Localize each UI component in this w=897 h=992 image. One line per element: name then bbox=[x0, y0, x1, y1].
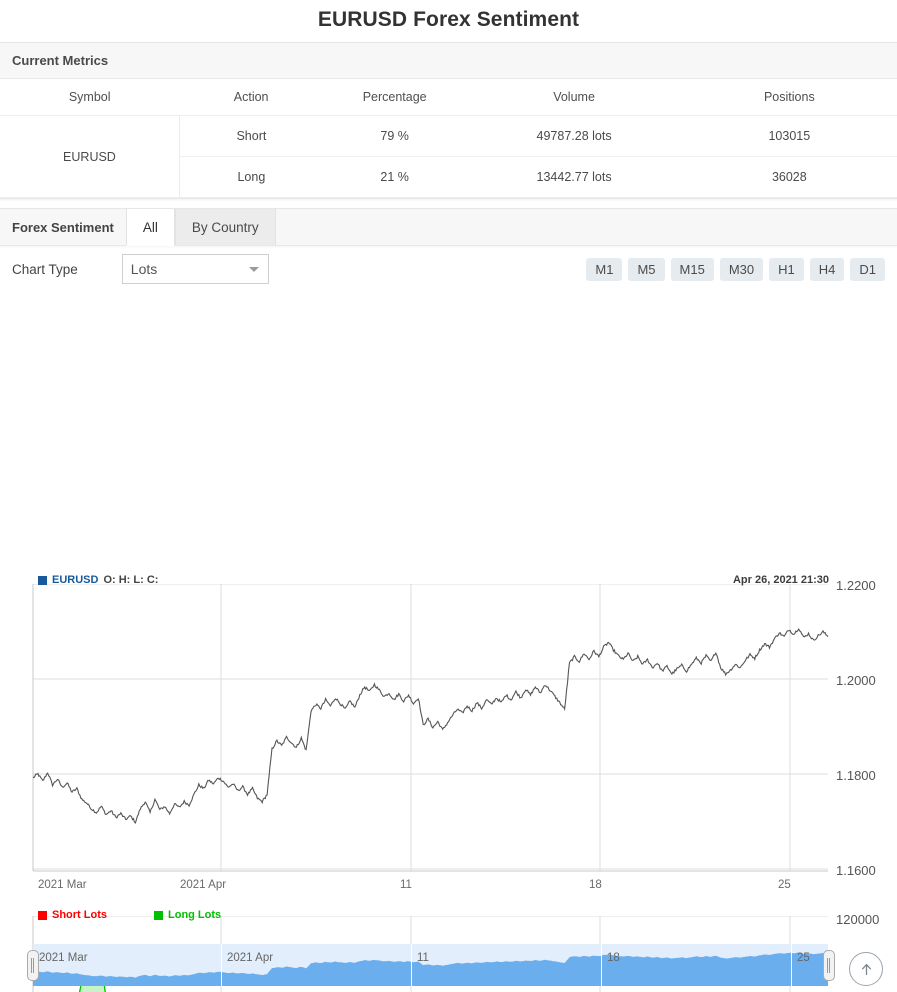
navigator-divider bbox=[601, 944, 602, 986]
price-chart-timestamp: Apr 26, 2021 21:30 bbox=[732, 574, 829, 586]
chart-controls: Chart Type Lots M1 M5 M15 M30 H1 H4 D1 bbox=[0, 246, 897, 292]
price-xtick-3: 18 bbox=[589, 879, 602, 891]
chart-type-value: Lots bbox=[130, 261, 158, 277]
forex-sentiment-page: EURUSD Forex Sentiment Current Metrics S… bbox=[0, 0, 897, 992]
column-header-positions: Positions bbox=[681, 79, 897, 116]
navigator-handle-left[interactable] bbox=[27, 950, 39, 981]
metrics-table: Symbol Action Percentage Volume Position… bbox=[0, 79, 897, 198]
cell-positions-short: 103015 bbox=[681, 115, 897, 157]
column-header-percentage: Percentage bbox=[322, 79, 467, 116]
navigator-divider bbox=[221, 944, 222, 986]
tab-by-country[interactable]: By Country bbox=[174, 209, 276, 245]
navigator-divider bbox=[411, 944, 412, 986]
navigator-date-2: 11 bbox=[417, 952, 429, 964]
timeframe-button-m1[interactable]: M1 bbox=[586, 257, 623, 281]
cell-symbol: EURUSD bbox=[0, 115, 180, 198]
column-header-action: Action bbox=[179, 79, 323, 116]
timeframe-button-h1[interactable]: H1 bbox=[769, 257, 804, 281]
forex-sentiment-tabbar: Forex Sentiment All By Country bbox=[0, 208, 897, 246]
navigator-handle-right[interactable] bbox=[823, 950, 835, 981]
navigator-date-0: 2021 Mar bbox=[39, 952, 88, 964]
price-xtick-4: 25 bbox=[778, 879, 791, 891]
tabbar-title: Forex Sentiment bbox=[12, 219, 114, 235]
price-xtick-1: 2021 Apr bbox=[180, 879, 227, 891]
lots-ytick-0: 120000 bbox=[836, 912, 880, 927]
timeframe-button-d1[interactable]: D1 bbox=[850, 257, 885, 281]
chart-navigator[interactable]: 2021 Mar 2021 Apr 11 18 25 bbox=[27, 944, 835, 986]
timeframe-button-h4[interactable]: H4 bbox=[809, 257, 845, 281]
price-ytick-1: 1.2000 bbox=[836, 673, 876, 688]
tab-all[interactable]: All bbox=[125, 209, 175, 246]
navigator-date-3: 18 bbox=[607, 952, 620, 964]
price-legend-symbol: EURUSD bbox=[52, 574, 99, 586]
timeframe-button-m5[interactable]: M5 bbox=[628, 257, 665, 281]
cell-volume-long: 13442.77 lots bbox=[466, 156, 682, 198]
legend-label-long-lots: Long Lots bbox=[168, 909, 222, 921]
navigator-divider bbox=[791, 944, 792, 986]
price-ytick-0: 1.2200 bbox=[836, 578, 876, 593]
navigator-date-1: 2021 Apr bbox=[227, 952, 274, 964]
price-chart-legend: EURUSD O: H: L: C: bbox=[38, 574, 158, 586]
chart-type-label: Chart Type bbox=[12, 261, 78, 277]
series-color-swatch-eurusd bbox=[38, 575, 47, 585]
navigator-series bbox=[33, 952, 828, 986]
arrow-up-icon bbox=[861, 963, 871, 975]
metrics-header-row: Symbol Action Percentage Volume Position… bbox=[0, 79, 897, 116]
price-xtick-0: 2021 Mar bbox=[38, 879, 87, 891]
cell-action-long: Long bbox=[179, 156, 323, 198]
current-metrics-panel: Current Metrics Symbol Action Percentage… bbox=[0, 42, 897, 199]
price-legend-ohlc: O: H: L: C: bbox=[103, 574, 159, 586]
cell-action-short: Short bbox=[179, 115, 323, 157]
lots-chart-legend: Short Lots Long Lots bbox=[38, 909, 221, 921]
price-ytick-2: 1.1800 bbox=[836, 768, 876, 783]
cell-percentage-short: 79 % bbox=[322, 115, 467, 157]
timeframe-button-group: M1 M5 M15 M30 H1 H4 D1 bbox=[586, 257, 885, 281]
chevron-down-icon bbox=[248, 266, 259, 272]
cell-positions-long: 36028 bbox=[681, 156, 897, 198]
page-title: EURUSD Forex Sentiment bbox=[317, 8, 580, 31]
price-ytick-3: 1.1600 bbox=[836, 863, 876, 878]
legend-label-short-lots: Short Lots bbox=[52, 909, 107, 921]
price-chart-canvas[interactable] bbox=[0, 584, 897, 894]
navigator-date-4: 25 bbox=[797, 952, 810, 964]
column-header-symbol: Symbol bbox=[0, 79, 180, 116]
column-header-volume: Volume bbox=[466, 79, 682, 116]
cell-percentage-long: 21 % bbox=[322, 156, 467, 198]
timeframe-button-m30[interactable]: M30 bbox=[719, 257, 764, 281]
timeframe-button-m15[interactable]: M15 bbox=[670, 257, 714, 281]
series-color-swatch-short bbox=[38, 910, 47, 920]
cell-volume-short: 49787.28 lots bbox=[466, 115, 682, 157]
price-xtick-2: 11 bbox=[400, 879, 412, 891]
table-row: EURUSD Short 79 % 49787.28 lots 103015 bbox=[0, 115, 897, 198]
current-metrics-header: Current Metrics bbox=[0, 43, 897, 79]
scroll-to-top-button[interactable] bbox=[849, 952, 883, 986]
series-color-swatch-long bbox=[154, 910, 163, 920]
chart-type-select[interactable]: Lots bbox=[121, 254, 269, 284]
